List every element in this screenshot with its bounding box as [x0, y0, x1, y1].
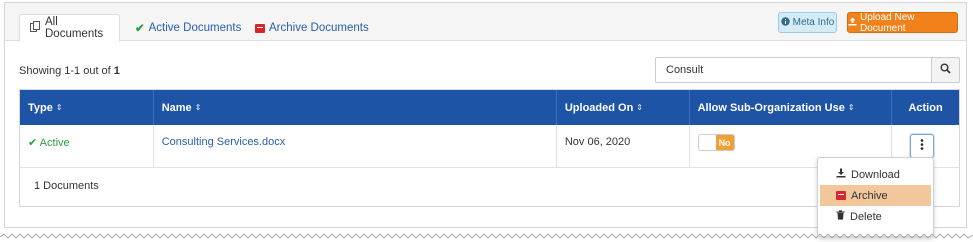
- upload-new-document-button[interactable]: Upload New Document: [847, 11, 958, 34]
- allow-sub-org-toggle[interactable]: No: [697, 134, 735, 151]
- kebab-icon: [920, 139, 924, 153]
- menu-item-archive[interactable]: Archive: [820, 185, 931, 206]
- menu-item-delete[interactable]: Delete: [818, 206, 933, 227]
- header-label: Name: [161, 101, 192, 114]
- meta-info-label: Meta Info: [792, 17, 835, 28]
- tab-label: All Documents: [45, 16, 104, 40]
- menu-item-label: Download: [851, 168, 900, 181]
- documents-icon: [30, 21, 41, 35]
- menu-item-label: Archive: [851, 189, 888, 202]
- tab-label: Archive Documents: [269, 22, 369, 34]
- search-input[interactable]: [655, 57, 931, 83]
- check-icon: ✔: [28, 137, 38, 149]
- check-icon: ✔: [135, 23, 145, 35]
- table-header: Type ⇕ Name ⇕ Uploaded On ⇕ Allow Sub-Organ…: [20, 90, 959, 125]
- tab-all-documents[interactable]: All Documents: [19, 14, 120, 42]
- cell-uploaded-on: Nov 06, 2020: [557, 125, 690, 167]
- row-action-menu-button[interactable]: [910, 134, 935, 158]
- menu-item-label: Delete: [850, 210, 882, 223]
- column-header-uploaded-on[interactable]: Uploaded On ⇕: [557, 90, 690, 125]
- tab-bar: All Documents ✔ Active Documents Archive…: [5, 3, 966, 42]
- tab-archive-documents[interactable]: Archive Documents: [245, 14, 379, 42]
- tab-label: Active Documents: [148, 22, 242, 34]
- results-summary: Showing 1-1 out of 1: [19, 65, 120, 77]
- trash-icon: [836, 210, 845, 223]
- info-icon: [780, 16, 790, 29]
- menu-item-download[interactable]: Download: [818, 164, 933, 185]
- header-label: Type: [28, 101, 53, 114]
- header-label: Allow Sub-Organization Use: [697, 101, 845, 114]
- sort-icon: ⇕: [847, 103, 855, 112]
- search-button[interactable]: [931, 57, 960, 83]
- cell-name: Consulting Services.docx: [154, 125, 557, 167]
- row-action-dropdown: Download Archive Delete: [817, 157, 934, 237]
- toggle-knob: [698, 135, 716, 150]
- column-header-name[interactable]: Name ⇕: [154, 90, 557, 125]
- header-label: Uploaded On: [564, 101, 634, 114]
- toggle-value: No: [715, 135, 734, 150]
- column-header-action: Action: [892, 90, 959, 125]
- column-header-type[interactable]: Type ⇕: [20, 90, 154, 125]
- status-label: Active: [39, 137, 70, 149]
- screenshot-frame: All Documents ✔ Active Documents Archive…: [0, 0, 973, 242]
- upload-label: Upload New Document: [860, 11, 915, 34]
- summary-prefix: Showing 1-1 out of: [19, 65, 114, 77]
- search-icon: [940, 63, 951, 77]
- meta-info-button[interactable]: Meta Info: [778, 12, 837, 33]
- sort-icon: ⇕: [55, 103, 63, 112]
- sort-icon: ⇕: [194, 103, 202, 112]
- archive-box-icon: [836, 191, 846, 200]
- summary-total: 1: [113, 65, 120, 77]
- tab-active-documents[interactable]: ✔ Active Documents: [125, 14, 251, 42]
- archive-box-icon: [255, 23, 265, 33]
- column-header-allow-sub-org[interactable]: Allow Sub-Organization Use ⇕: [690, 90, 893, 125]
- download-icon: [836, 168, 846, 181]
- torn-edge-decoration: [0, 233, 973, 239]
- header-label: Action: [908, 101, 943, 114]
- upload-icon: [848, 17, 857, 29]
- sort-icon: ⇕: [636, 103, 643, 112]
- document-link[interactable]: Consulting Services.docx: [162, 136, 286, 148]
- cell-type: ✔ Active: [20, 125, 154, 167]
